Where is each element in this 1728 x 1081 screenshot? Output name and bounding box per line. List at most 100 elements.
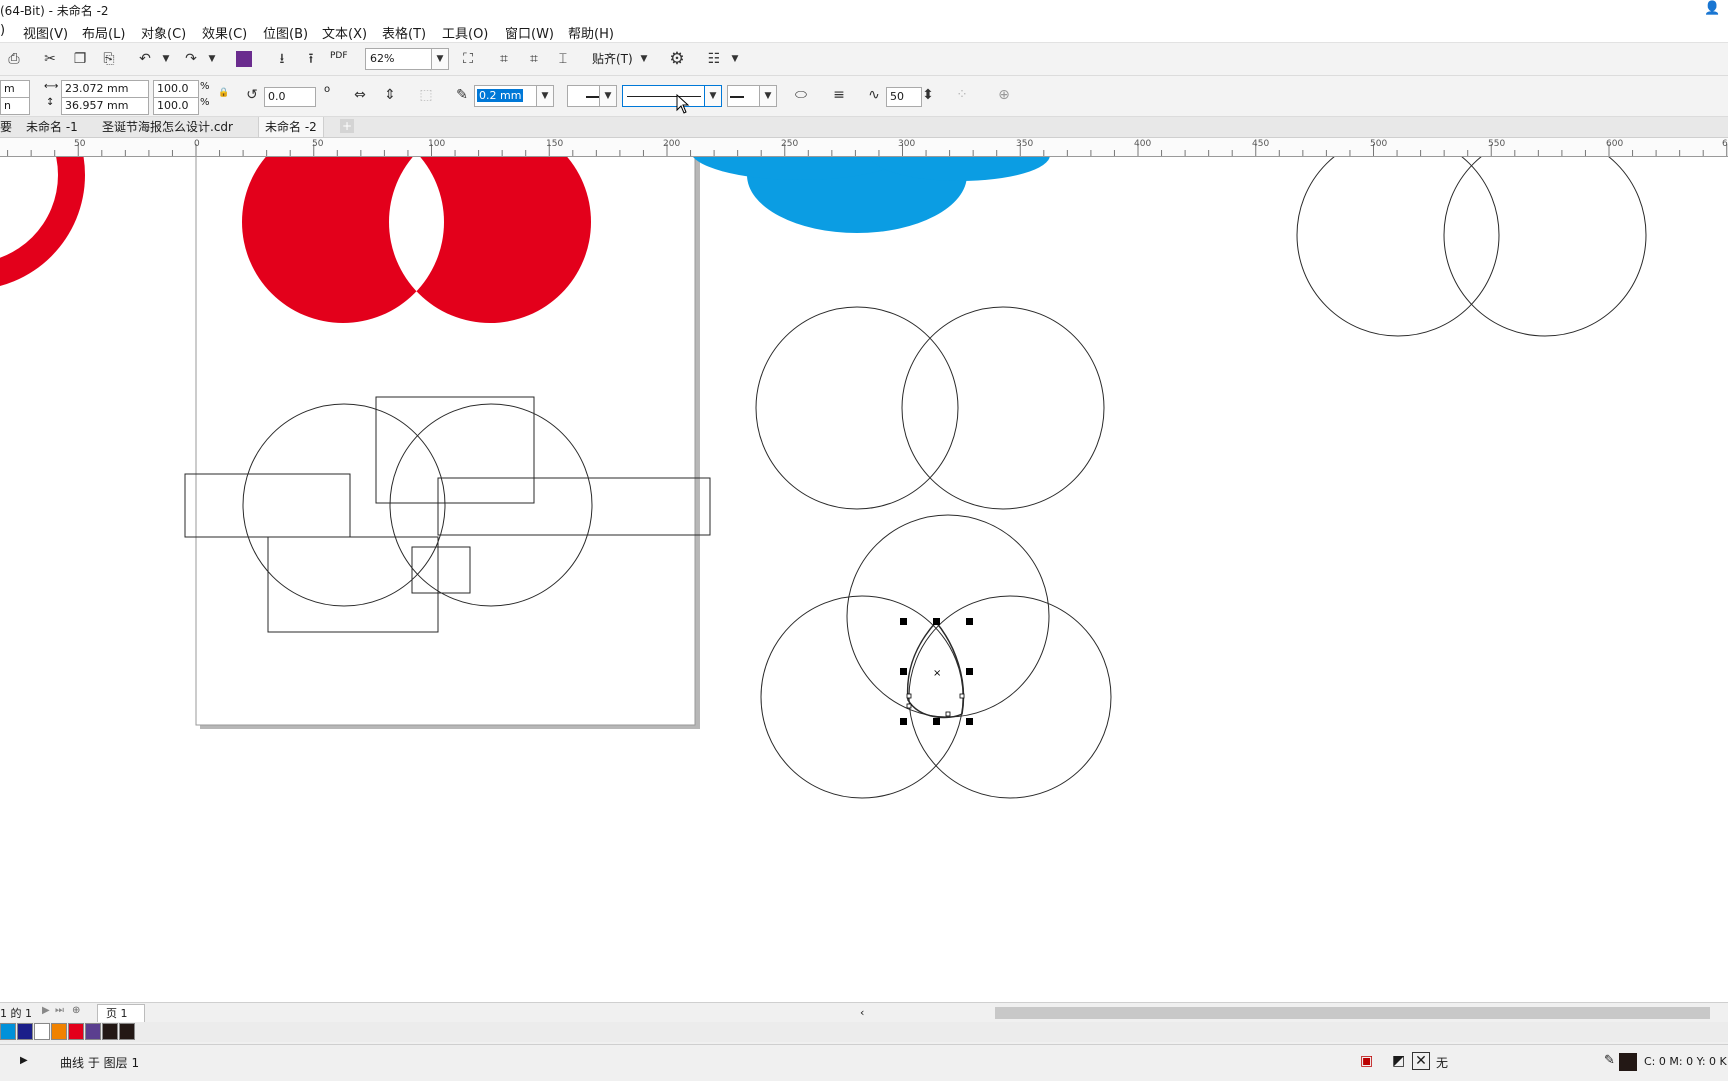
cut-icon[interactable]: ✂ — [40, 49, 60, 69]
rulers-icon[interactable]: ⌗ — [494, 49, 514, 69]
horizontal-scrollbar-thumb[interactable] — [995, 1007, 1710, 1019]
smoothing-field[interactable]: 50 — [886, 87, 922, 107]
drawing-canvas[interactable]: × — [0, 157, 1728, 1002]
outline-circle[interactable] — [1443, 157, 1647, 337]
ruler-label: 0 — [194, 139, 200, 149]
page-tab[interactable]: 页 1 — [97, 1004, 145, 1024]
object-width-field[interactable]: 23.072 mm — [61, 80, 149, 98]
line-style-select[interactable]: ▼ — [622, 85, 722, 107]
menu-layout[interactable]: 布局(L) — [82, 23, 125, 42]
add-icon[interactable]: ⊕ — [994, 85, 1014, 105]
tab-welcome[interactable]: 要 — [0, 117, 18, 137]
close-curve-icon[interactable]: ⬭ — [791, 85, 811, 105]
outline-circle[interactable] — [1296, 157, 1500, 337]
palette-swatch[interactable] — [17, 1023, 33, 1040]
property-bar: m n ⟷ ↕ 23.072 mm 36.957 mm 100.0 100.0 … — [0, 76, 1728, 117]
account-icon[interactable]: 👤 — [1704, 1, 1720, 17]
page-count: 1 的 1 — [0, 1007, 32, 1020]
copy-icon[interactable]: ❐ — [70, 49, 90, 69]
chevron-down-icon: ▼ — [431, 49, 448, 69]
pdf-icon[interactable]: PDF — [330, 51, 348, 61]
gear-icon[interactable]: ⚙ — [667, 49, 687, 69]
launch-icon[interactable]: ☷ — [704, 49, 724, 69]
menu-effects[interactable]: 效果(C) — [202, 23, 247, 42]
outline-pen-status-icon[interactable]: ✎ — [1604, 1053, 1615, 1068]
ruler-label: 200 — [663, 139, 681, 149]
outline-circle[interactable] — [755, 306, 959, 510]
start-arrow-select[interactable]: ▼ — [567, 85, 617, 107]
redo-icon[interactable]: ↷ — [181, 49, 201, 69]
outline-width-value: 0.2 mm — [477, 89, 524, 102]
lock-ratio-icon[interactable]: 🔒 — [218, 88, 229, 98]
grid-icon[interactable]: ⌗ — [524, 49, 544, 69]
search-content-icon[interactable] — [236, 51, 252, 67]
rotate-icon: ↺ — [246, 87, 258, 103]
print-icon[interactable]: ⎙ — [4, 49, 24, 69]
menu-help[interactable]: 帮助(H) — [568, 23, 614, 42]
scale-width-field[interactable]: 100.0 — [153, 80, 199, 98]
export-icon[interactable]: ⭱ — [301, 49, 321, 69]
ruler-label: 300 — [898, 139, 916, 149]
menu-view[interactable]: 视图(V) — [23, 23, 68, 42]
line-end-icon — [730, 96, 744, 98]
end-arrow-select[interactable]: ▼ — [727, 85, 777, 107]
snap-dropdown-icon[interactable]: ▼ — [634, 49, 654, 69]
x-position-field[interactable]: m — [0, 80, 30, 98]
mirror-horizontal-icon[interactable]: ⇔ — [350, 85, 370, 105]
smoothing-slider-icon[interactable]: ⬍ — [918, 85, 938, 105]
horizontal-ruler[interactable]: 50 0 50 100 150 200 250 300 350 400 450 … — [0, 138, 1728, 157]
menu-window[interactable]: 窗口(W) — [505, 23, 554, 42]
undo-dropdown-icon[interactable]: ▼ — [156, 49, 176, 69]
chevron-down-icon: ▼ — [536, 86, 553, 106]
undo-icon[interactable]: ↶ — [135, 49, 155, 69]
paste-icon[interactable]: ⎘ — [99, 49, 119, 69]
tab-christmas-poster[interactable]: 圣诞节海报怎么设计.cdr — [96, 117, 239, 137]
import-icon[interactable]: ⭳ — [272, 49, 292, 69]
menu-object[interactable]: 对象(C) — [141, 23, 186, 42]
convert-curve-icon: ⬚ — [419, 87, 433, 103]
menu-text[interactable]: 文本(X) — [322, 23, 367, 42]
tab-untitled-2[interactable]: 未命名 -2 — [258, 117, 324, 137]
outline-width-select[interactable]: 0.2 mm ▼ — [474, 85, 554, 107]
no-fill-icon[interactable]: ✕ — [1412, 1052, 1430, 1070]
line-start-icon — [586, 96, 600, 98]
launch-dropdown-icon[interactable]: ▼ — [725, 49, 745, 69]
palette-swatch[interactable] — [102, 1023, 118, 1040]
color-proofing-icon[interactable]: ▣ — [1360, 1053, 1373, 1069]
menu-bitmap[interactable]: 位图(B) — [263, 23, 308, 42]
palette-swatch[interactable] — [119, 1023, 135, 1040]
zoom-level-select[interactable]: 62% ▼ — [365, 48, 449, 70]
full-screen-icon[interactable]: ⛶ — [458, 49, 478, 69]
mirror-vertical-icon[interactable]: ⇕ — [380, 85, 400, 105]
tab-untitled-1[interactable]: 未命名 -1 — [20, 117, 84, 137]
palette-swatch[interactable] — [68, 1023, 84, 1040]
wrap-text-icon[interactable]: ≡ — [829, 85, 849, 105]
expand-status-icon[interactable]: ▶ — [20, 1055, 28, 1066]
ruler-label: 150 — [546, 139, 564, 149]
menu-file[interactable]: ) — [0, 23, 5, 38]
guidelines-icon[interactable]: ⌶ — [553, 49, 573, 69]
scale-height-field[interactable]: 100.0 — [153, 97, 199, 115]
palette-swatch[interactable] — [85, 1023, 101, 1040]
palette-swatch[interactable] — [34, 1023, 50, 1040]
width-icon: ⟷ — [44, 81, 59, 92]
object-height-field[interactable]: 36.957 mm — [61, 97, 149, 115]
outline-color-swatch[interactable] — [1619, 1053, 1637, 1071]
menu-table[interactable]: 表格(T) — [382, 23, 426, 42]
redo-dropdown-icon[interactable]: ▼ — [202, 49, 222, 69]
fill-bucket-icon[interactable]: ◩ — [1392, 1053, 1405, 1069]
palette-swatch[interactable] — [51, 1023, 67, 1040]
y-position-field[interactable]: n — [0, 97, 30, 115]
add-page-icon[interactable]: ⊕ — [72, 1005, 80, 1016]
next-page-icon[interactable]: ▶ — [42, 1005, 50, 1016]
ruler-label: 50 — [312, 139, 324, 149]
outline-circle[interactable] — [846, 514, 1050, 718]
scroll-left-icon[interactable]: ‹ — [860, 1006, 864, 1019]
rotation-angle-field[interactable]: 0.0 — [264, 87, 316, 107]
menu-tools[interactable]: 工具(O) — [442, 23, 488, 42]
outline-circle[interactable] — [901, 306, 1105, 510]
last-page-icon[interactable]: ⏭ — [55, 1005, 64, 1016]
snap-to-button[interactable]: 贴齐(T) — [592, 50, 633, 67]
palette-swatch[interactable] — [0, 1023, 16, 1040]
add-tab-icon[interactable]: + — [340, 119, 354, 133]
